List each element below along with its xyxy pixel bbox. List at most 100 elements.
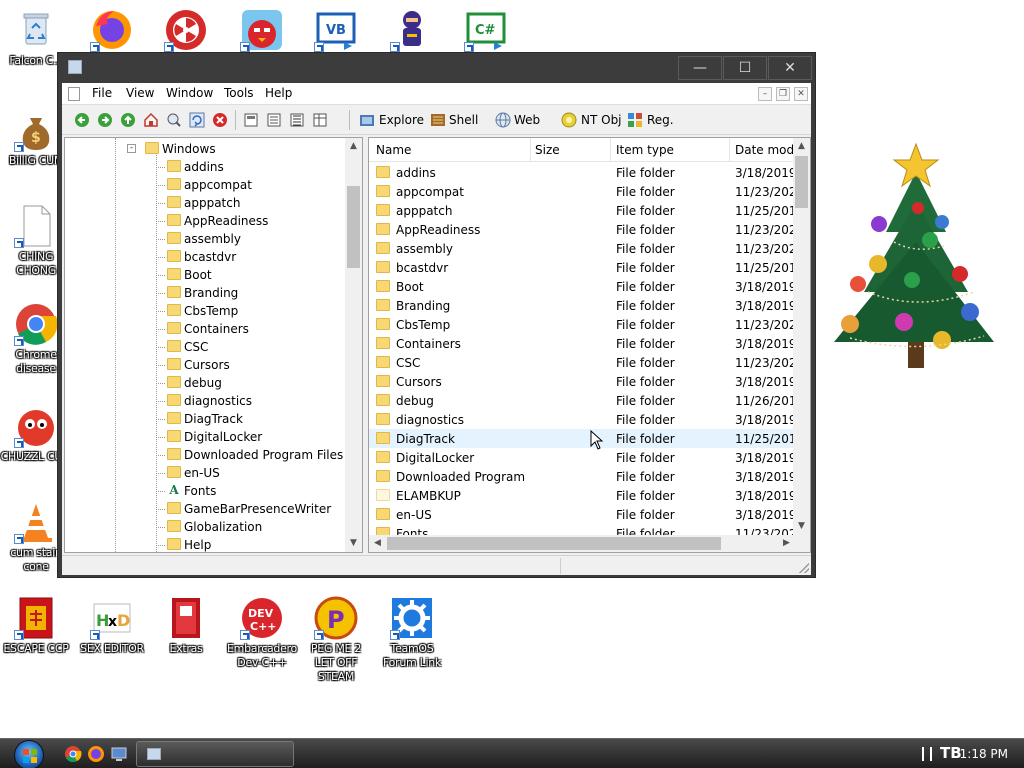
explore-icon[interactable] — [359, 112, 375, 128]
tree-item[interactable]: CbsTemp — [65, 302, 345, 320]
mdi-restore-button[interactable]: ❐ — [776, 87, 790, 101]
list-row[interactable]: DigitalLocker File folder 3/18/2019 1 — [369, 448, 795, 467]
desktop-icon-extras[interactable]: Extras — [150, 596, 222, 656]
desktop-icon-radiation[interactable] — [150, 8, 222, 52]
tree-item[interactable]: apppatch — [65, 194, 345, 212]
tree-item[interactable]: bcastdvr — [65, 248, 345, 266]
tree-item[interactable]: assembly — [65, 230, 345, 248]
view-list-icon[interactable] — [289, 112, 305, 128]
scroll-thumb[interactable] — [387, 537, 721, 550]
tree-item[interactable]: Containers — [65, 320, 345, 338]
scroll-thumb[interactable] — [347, 186, 360, 268]
list-row[interactable]: apppatch File folder 11/25/2019 — [369, 201, 795, 220]
list-row[interactable]: DiagTrack File folder 11/25/2019 — [369, 429, 795, 448]
column-divider[interactable] — [729, 138, 730, 162]
list-row[interactable]: CSC File folder 11/23/2022 — [369, 353, 795, 372]
registry-button[interactable]: Reg. — [647, 113, 674, 127]
search-icon[interactable] — [166, 112, 182, 128]
tree-item[interactable]: en-US — [65, 464, 345, 482]
list-row[interactable]: debug File folder 11/26/2019 — [369, 391, 795, 410]
list-row[interactable]: CbsTemp File folder 11/23/2022 — [369, 315, 795, 334]
list-row[interactable]: Boot File folder 3/18/2019 9 — [369, 277, 795, 296]
column-divider[interactable] — [530, 138, 531, 162]
mdi-close-button[interactable]: ✕ — [794, 87, 808, 101]
list-row[interactable]: assembly File folder 11/23/2022 — [369, 239, 795, 258]
nt-obj-button[interactable]: NT Obj — [581, 113, 622, 127]
maximize-button[interactable]: ☐ — [723, 56, 767, 80]
tree-item[interactable]: Downloaded Program Files — [65, 446, 345, 464]
home-icon[interactable] — [143, 112, 159, 128]
tree-item[interactable]: addins — [65, 158, 345, 176]
file-list[interactable]: Name ⌃ Size Item type Date modifi addins… — [368, 137, 811, 553]
folder-tree[interactable]: - Windows addins appcompat apppatch AppRead… — [64, 137, 363, 553]
tree-item[interactable]: debug — [65, 374, 345, 392]
registry-icon[interactable] — [627, 112, 643, 128]
tree-item[interactable]: Globalization — [65, 518, 345, 536]
stop-icon[interactable] — [212, 112, 228, 128]
web-icon[interactable] — [495, 112, 511, 128]
desktop-icon-vb[interactable]: VB — [300, 8, 372, 52]
size-grip-icon[interactable] — [799, 563, 809, 573]
mdi-minimize-button[interactable]: – — [758, 87, 772, 101]
scroll-up-icon[interactable]: ▲ — [793, 138, 810, 155]
desktop-icon-ninja[interactable] — [376, 8, 448, 52]
tree-item[interactable]: CSC — [65, 338, 345, 356]
tree-item[interactable]: appcompat — [65, 176, 345, 194]
view-small-icon[interactable] — [266, 112, 282, 128]
list-row[interactable]: diagnostics File folder 3/18/2019 9 — [369, 410, 795, 429]
desktop-icon-angry-birds[interactable] — [226, 8, 298, 52]
taskbar-clock[interactable]: 1:18 PM — [960, 747, 1008, 761]
taskbar-window-button[interactable] — [136, 741, 294, 767]
shell-button[interactable]: Shell — [449, 113, 478, 127]
desktop-icon-csharp[interactable]: C# — [450, 8, 522, 52]
desktop-icon-hxd[interactable]: HxD SEX EDITOR — [76, 596, 148, 656]
nt-object-icon[interactable] — [561, 112, 577, 128]
scroll-down-icon[interactable]: ▼ — [793, 518, 810, 535]
firefox-icon[interactable] — [87, 745, 105, 763]
chrome-icon[interactable] — [64, 745, 82, 763]
show-desktop-icon[interactable] — [110, 745, 128, 763]
list-horizontal-scrollbar[interactable]: ◀ ▶ — [369, 535, 795, 552]
column-name-header[interactable]: Name — [376, 143, 411, 157]
list-row[interactable]: appcompat File folder 11/23/2022 — [369, 182, 795, 201]
list-vertical-scrollbar[interactable]: ▲ ▼ — [793, 138, 810, 535]
tray-flag-icon[interactable] — [922, 747, 932, 761]
refresh-icon[interactable] — [189, 112, 205, 128]
forward-icon[interactable] — [97, 112, 113, 128]
close-button[interactable]: ✕ — [768, 56, 812, 80]
scroll-up-icon[interactable]: ▲ — [345, 138, 362, 155]
menu-tools[interactable]: Tools — [224, 86, 254, 100]
tree-item[interactable]: Help — [65, 536, 345, 552]
collapse-toggle-icon[interactable]: - — [127, 144, 136, 153]
minimize-button[interactable]: — — [678, 56, 722, 80]
desktop-icon-firefox[interactable] — [76, 8, 148, 52]
scroll-down-icon[interactable]: ▼ — [345, 535, 362, 552]
shell-icon[interactable] — [430, 112, 446, 128]
tree-vertical-scrollbar[interactable]: ▲ ▼ — [345, 138, 362, 552]
view-large-icon[interactable] — [243, 112, 259, 128]
column-type-header[interactable]: Item type — [616, 143, 674, 157]
tree-item[interactable]: Branding — [65, 284, 345, 302]
tree-item-windows[interactable]: - Windows — [65, 140, 345, 158]
view-details-icon[interactable] — [312, 112, 328, 128]
menu-window[interactable]: Window — [166, 86, 213, 100]
tree-item[interactable]: GameBarPresenceWriter — [65, 500, 345, 518]
list-row[interactable]: Containers File folder 3/18/2019 1 — [369, 334, 795, 353]
tree-item[interactable]: AppReadiness — [65, 212, 345, 230]
tree-item[interactable]: Boot — [65, 266, 345, 284]
tree-item[interactable]: diagnostics — [65, 392, 345, 410]
tree-item[interactable]: Cursors — [65, 356, 345, 374]
explore-button[interactable]: Explore — [379, 113, 424, 127]
list-row[interactable]: ELAMBKUP File folder 3/18/2019 9 — [369, 486, 795, 505]
column-size-header[interactable]: Size — [535, 143, 560, 157]
menu-view[interactable]: View — [126, 86, 154, 100]
desktop-icon-teamos[interactable]: TeamOS Forum Link — [376, 596, 448, 670]
up-icon[interactable] — [120, 112, 136, 128]
list-row[interactable]: Downloaded Program ... File folder 3/18/20… — [369, 467, 795, 486]
web-button[interactable]: Web — [514, 113, 540, 127]
column-divider[interactable] — [610, 138, 611, 162]
list-row[interactable]: bcastdvr File folder 11/25/2019 — [369, 258, 795, 277]
menu-help[interactable]: Help — [265, 86, 292, 100]
title-bar[interactable]: — ☐ ✕ — [58, 53, 815, 83]
list-row[interactable]: Branding File folder 3/18/2019 9 — [369, 296, 795, 315]
